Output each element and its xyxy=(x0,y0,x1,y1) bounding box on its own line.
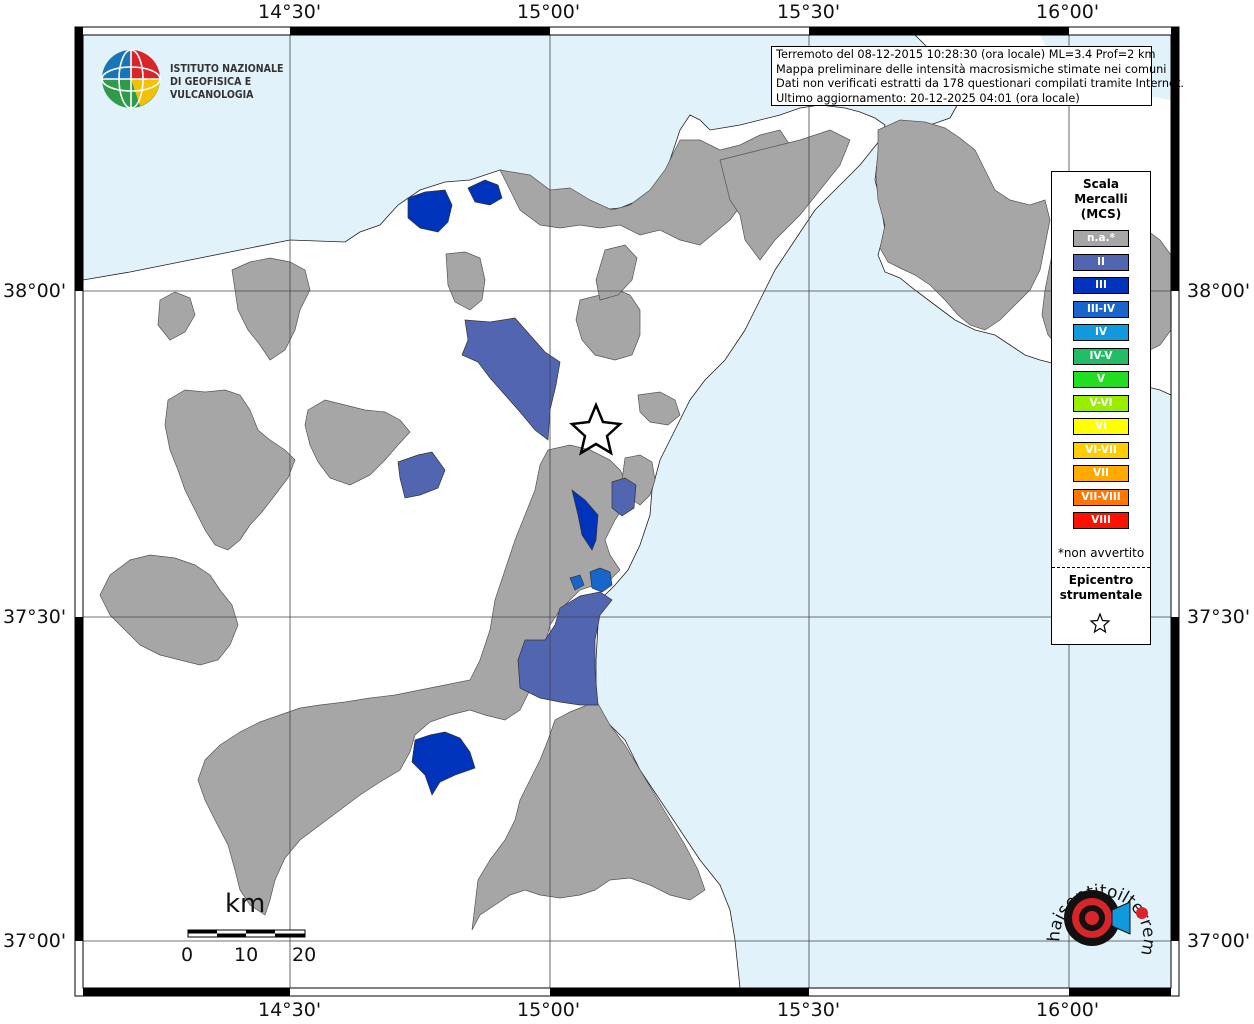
legend-separator xyxy=(1052,567,1150,568)
legend-swatch-vi: VI xyxy=(1073,418,1129,435)
legend-swatch-iii: III xyxy=(1073,277,1129,294)
legend-epicentre: Epicentro strumentale xyxy=(1052,573,1150,603)
scale-tick-20: 20 xyxy=(292,944,317,966)
legend-swatch-iii-iv: III-IV xyxy=(1073,300,1129,318)
legend-swatch-v: V xyxy=(1073,371,1129,388)
lat-label-right-3: 37°00' xyxy=(1187,930,1251,952)
epicentre-legend-star-icon xyxy=(1089,612,1111,634)
scale-bar xyxy=(187,929,306,938)
globe-icon xyxy=(101,49,161,109)
ingv-logo: ISTITUTO NAZIONALE DI GEOFISICA E VULCAN… xyxy=(100,48,320,110)
legend-title: Scala Mercalli (MCS) xyxy=(1052,177,1150,222)
legend-swatch-iv: IV xyxy=(1073,324,1129,341)
legend-swatch-vii-viii: VII-VIII xyxy=(1073,488,1129,506)
lat-label-left-2: 37°30' xyxy=(3,606,67,628)
event-info-line-4: Ultimo aggiornamento: 20-12-2025 04:01 (… xyxy=(776,91,1080,105)
ingv-logo-text: ISTITUTO NAZIONALE DI GEOFISICA E VULCAN… xyxy=(170,63,320,102)
event-info-line-1: Terremoto del 08-12-2015 10:28:30 (ora l… xyxy=(776,48,1156,61)
legend-swatch-viii: VIII xyxy=(1073,512,1129,529)
legend-swatch-vii: VII xyxy=(1073,465,1129,482)
legend-epicentre-line-1: Epicentro xyxy=(1068,573,1134,587)
mcs-legend: Scala Mercalli (MCS) n.a.* II III III-IV IV I… xyxy=(1051,171,1151,645)
event-info-line-3: Dati non verificati estratti da 178 ques… xyxy=(776,77,1185,90)
lat-label-left-1: 38°00' xyxy=(3,280,67,302)
lon-label-bottom-2: 15°00' xyxy=(517,999,581,1021)
legend-swatch-na: n.a.* xyxy=(1073,230,1129,247)
legend-title-line-3: (MCS) xyxy=(1080,207,1122,221)
event-info-box: Terremoto del 08-12-2015 10:28:30 (ora l… xyxy=(771,46,1185,106)
lat-label-left-3: 37°00' xyxy=(3,930,67,952)
lon-label-bottom-1: 14°30' xyxy=(258,999,322,1021)
legend-swatch-v-vi: V-VI xyxy=(1073,394,1129,412)
lon-label-top-2: 15°00' xyxy=(517,1,581,23)
legend-items: n.a.* II III III-IV IV IV-V V V-VI VI VI-VII VII VI… xyxy=(1073,230,1129,536)
ingv-logo-line-1: ISTITUTO NAZIONALE xyxy=(170,63,284,75)
legend-epicentre-line-2: strumentale xyxy=(1059,588,1143,602)
lon-label-top-4: 16°00' xyxy=(1036,1,1100,23)
haisentito-logo: haisentitoilterremoto.it xyxy=(1030,860,1159,957)
lat-label-right-1: 38°00' xyxy=(1187,280,1251,302)
legend-note: *non avvertito xyxy=(1057,546,1145,560)
lon-label-bottom-3: 15°30' xyxy=(777,999,841,1021)
scale-tick-0: 0 xyxy=(181,944,194,966)
lon-label-top-1: 14°30' xyxy=(258,1,322,23)
lat-label-right-2: 37°30' xyxy=(1187,606,1251,628)
scale-tick-10: 10 xyxy=(234,944,259,966)
legend-swatch-iv-v: IV-V xyxy=(1073,347,1129,365)
event-info-line-2: Mappa preliminare delle intensità macros… xyxy=(776,62,1167,76)
legend-swatch-vi-vii: VI-VII xyxy=(1073,441,1129,459)
ingv-logo-line-2: DI GEOFISICA E VULCANOLOGIA xyxy=(170,76,254,101)
lon-label-bottom-4: 16°00' xyxy=(1036,999,1100,1021)
legend-title-line-1: Scala xyxy=(1082,177,1120,191)
legend-swatch-ii: II xyxy=(1073,253,1129,271)
scale-bar-unit: km xyxy=(225,889,266,919)
legend-title-line-2: Mercalli xyxy=(1074,192,1128,206)
lon-label-top-3: 15°30' xyxy=(777,1,841,23)
